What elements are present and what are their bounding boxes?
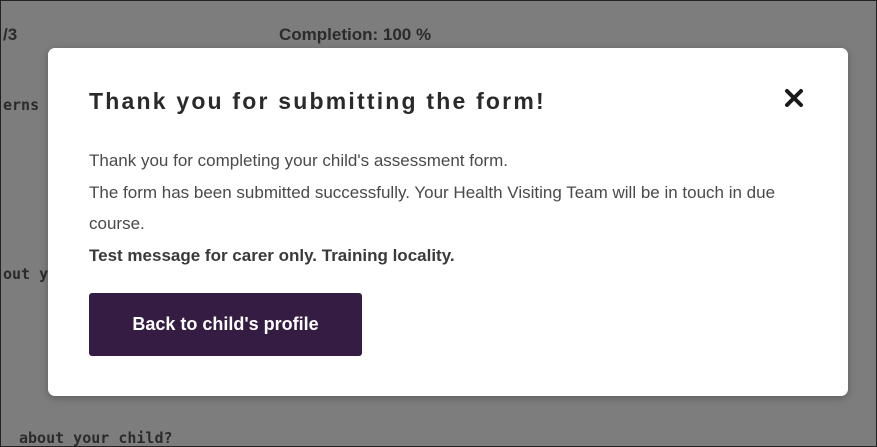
- close-icon: [785, 89, 803, 107]
- form-step-indicator: /3: [3, 25, 18, 44]
- page-frame: /3 Completion: 100 % erns out y about yo…: [0, 0, 877, 447]
- background-question-label: about your child?: [19, 429, 173, 447]
- modal-body: Thank you for completing your child's as…: [89, 145, 819, 271]
- modal-title: Thank you for submitting the form!: [89, 88, 546, 114]
- modal-message-line: The form has been submitted successfully…: [89, 182, 776, 234]
- completion-value: 100 %: [382, 25, 432, 44]
- back-to-profile-button[interactable]: Back to child's profile: [89, 293, 362, 356]
- completion-indicator: Completion: 100 %: [279, 25, 431, 45]
- background-question-label: erns: [3, 96, 40, 114]
- background-question-label: out y: [3, 265, 49, 283]
- modal-message-line: Thank you for completing your child's as…: [89, 151, 508, 170]
- close-modal-button[interactable]: [780, 84, 808, 112]
- completion-label: Completion:: [279, 25, 379, 44]
- modal-test-notice: Test message for carer only. Training lo…: [89, 245, 455, 265]
- submission-success-modal: Thank you for submitting the form! Thank…: [48, 48, 848, 396]
